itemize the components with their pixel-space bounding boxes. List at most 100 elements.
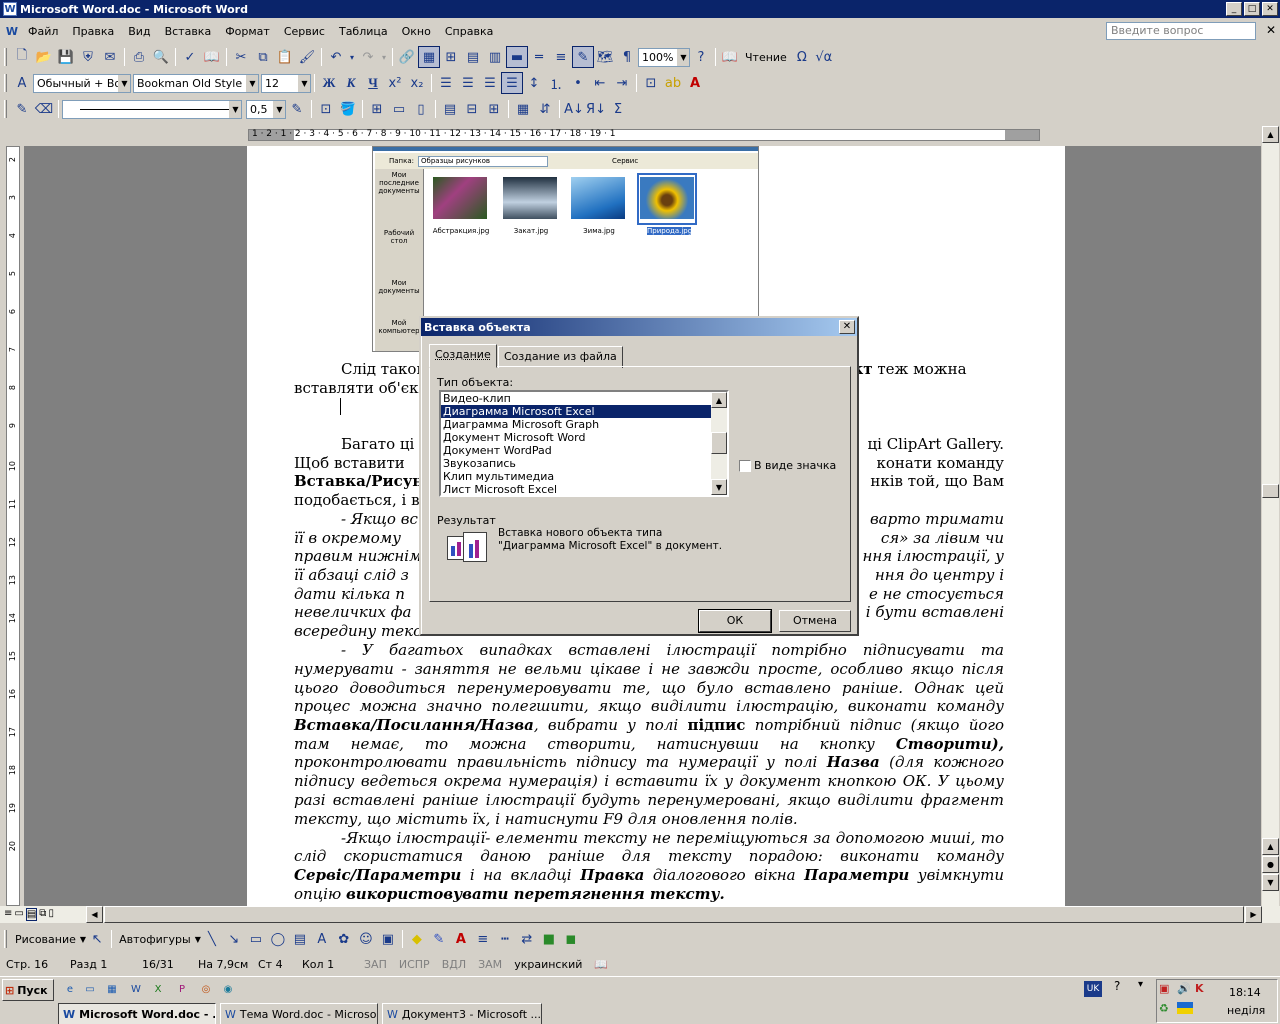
clock-time[interactable]: 18:14 (1229, 986, 1261, 999)
scroll-left-icon[interactable]: ◀ (86, 906, 103, 923)
tab-create-from-file[interactable]: Создание из файла (498, 346, 623, 368)
outside-border-icon[interactable]: ⊡ (315, 98, 337, 120)
align-center-icon[interactable]: ☰ (457, 72, 479, 94)
line-spacing-icon[interactable]: ↕ (523, 72, 545, 94)
ask-question-input[interactable]: Введите вопрос (1106, 22, 1256, 40)
autoformat-icon[interactable]: ▦ (512, 98, 534, 120)
list-item[interactable]: Диаграмма Microsoft Graph (441, 418, 727, 431)
close-button[interactable]: ✕ (1262, 2, 1278, 16)
scroll-up-icon[interactable]: ▲ (1262, 126, 1279, 143)
menu-tools[interactable]: Сервис (277, 25, 332, 38)
zoom-combo[interactable]: 100% ▼ (638, 47, 690, 67)
subscript-icon[interactable]: x₂ (406, 72, 428, 94)
select-objects-icon[interactable]: ↖ (86, 928, 108, 950)
sort-desc-icon[interactable]: Я↓ (585, 98, 607, 120)
style-combo[interactable]: Обычный + Boo ▼ (33, 73, 131, 93)
chevron-down-icon[interactable]: ▼ (298, 74, 310, 92)
outline-view-icon[interactable]: ⧉ (39, 908, 46, 921)
bullets-icon[interactable]: • (567, 72, 589, 94)
shading-icon[interactable]: 🪣 (337, 98, 359, 120)
list-scrollbar[interactable]: ▲ ▼ (711, 392, 727, 495)
font-color-draw-icon[interactable]: A (450, 928, 472, 950)
diagram-icon[interactable]: ✿ (333, 928, 355, 950)
read-icon[interactable]: 📖 (719, 46, 741, 68)
menu-table[interactable]: Таблица (332, 25, 395, 38)
language-indicator[interactable]: UK (1084, 981, 1102, 997)
antivirus-icon[interactable]: K (1195, 982, 1204, 995)
publisher-icon[interactable]: P (174, 981, 190, 997)
document-map-icon[interactable]: 🗺 (594, 46, 616, 68)
calc-icon[interactable]: ▦ (104, 981, 120, 997)
scroll-down-icon[interactable]: ▼ (711, 479, 727, 495)
task-word-doc[interactable]: W Microsoft Word.doc - ... (58, 1003, 216, 1024)
format-painter-icon[interactable]: 🖌 (296, 46, 318, 68)
network-icon[interactable]: ▣ (1159, 982, 1169, 995)
status-ovr[interactable]: ЗАМ (472, 958, 508, 971)
redo-dropdown-icon[interactable]: ▾ (379, 46, 389, 68)
vertical-ruler[interactable]: 2 3 4 5 6 7 8 9 10 11 12 13 14 15 16 17 … (6, 146, 20, 906)
chevron-down-icon[interactable]: ▼ (246, 74, 258, 92)
scroll-thumb[interactable] (1262, 484, 1279, 498)
list-item[interactable]: Клип мультимедиа (441, 470, 727, 483)
shadow-icon[interactable]: ■ (538, 928, 560, 950)
scroll-down-icon[interactable]: ▲ (1262, 838, 1279, 855)
underline-icon[interactable]: Ч (362, 72, 384, 94)
vertical-scrollbar[interactable]: ▲ ▲ ● ▼ (1262, 126, 1279, 906)
font-combo[interactable]: Bookman Old Style ▼ (133, 73, 259, 93)
bold-icon[interactable]: Ж (318, 72, 340, 94)
minimize-button[interactable]: _ (1226, 2, 1242, 16)
cancel-button[interactable]: Отмена (779, 610, 851, 632)
wordart-icon[interactable]: A (311, 928, 333, 950)
rectangle-icon[interactable]: ▭ (245, 928, 267, 950)
3d-icon[interactable]: ◼ (560, 928, 582, 950)
thumb-sunset[interactable] (503, 177, 557, 219)
equal-lines-icon[interactable]: ═ (528, 46, 550, 68)
ukraine-flag-icon[interactable] (1177, 1002, 1193, 1014)
menu-file[interactable]: Файл (21, 25, 65, 38)
menu-insert[interactable]: Вставка (158, 25, 219, 38)
excel-icon[interactable]: X (150, 981, 166, 997)
status-language[interactable]: украинский (508, 958, 588, 971)
thumb-abstract[interactable] (433, 177, 487, 219)
drawing-icon[interactable]: ✎ (572, 46, 594, 68)
web-view-icon[interactable]: ▭ (14, 908, 23, 921)
close-doc-icon[interactable]: ✕ (1266, 23, 1276, 37)
justify-icon[interactable]: ☰ (501, 72, 523, 94)
menu-edit[interactable]: Правка (65, 25, 121, 38)
merge-cells-icon[interactable]: ▭ (388, 98, 410, 120)
scroll-right-icon[interactable]: ▶ (1245, 906, 1262, 923)
line-style-icon[interactable]: ▬ (506, 46, 528, 68)
clipart-icon[interactable]: ☺ (355, 928, 377, 950)
oval-icon[interactable]: ◯ (267, 928, 289, 950)
lines-icon[interactable]: ≡ (550, 46, 572, 68)
insert-excel-icon[interactable]: ▤ (462, 46, 484, 68)
menu-view[interactable]: Вид (121, 25, 157, 38)
thumb-winter[interactable] (571, 177, 625, 219)
line-style-combo[interactable]: ▼ (62, 99, 242, 119)
columns-icon[interactable]: ▥ (484, 46, 506, 68)
powerpoint-icon[interactable]: ◎ (198, 981, 214, 997)
increase-indent-icon[interactable]: ⇥ (611, 72, 633, 94)
arrow-style-icon[interactable]: ⇄ (516, 928, 538, 950)
spelling-status-icon[interactable]: 📖 (588, 958, 614, 971)
font-color-icon[interactable]: A (684, 72, 706, 94)
research-icon[interactable]: 📖 (201, 46, 223, 68)
menu-format[interactable]: Формат (218, 25, 277, 38)
scroll-thumb[interactable] (711, 432, 727, 454)
as-icon-checkbox[interactable] (739, 460, 751, 472)
list-item[interactable]: Лист Microsoft Excel (441, 483, 727, 495)
autoshapes-button[interactable]: Автофигуры (115, 933, 195, 946)
status-trk[interactable]: ИСПР (393, 958, 436, 971)
styles-icon[interactable]: A (11, 72, 33, 94)
permission-icon[interactable]: ⛨ (77, 46, 99, 68)
safely-remove-icon[interactable]: ♻ (1159, 1002, 1169, 1015)
border-icon[interactable]: ⊡ (640, 72, 662, 94)
paste-icon[interactable]: 📋 (274, 46, 296, 68)
maximize-button[interactable]: □ (1244, 2, 1260, 16)
list-item[interactable]: Звукозапись (441, 457, 727, 470)
omega-icon[interactable]: Ω (791, 46, 813, 68)
task-tema-word[interactable]: W Тема Word.doc - Microso... (220, 1003, 378, 1024)
draw-table-icon[interactable]: ✎ (11, 98, 33, 120)
task-document3[interactable]: W Документ3 - Microsoft ... (382, 1003, 542, 1024)
list-item[interactable]: Документ WordPad (441, 444, 727, 457)
